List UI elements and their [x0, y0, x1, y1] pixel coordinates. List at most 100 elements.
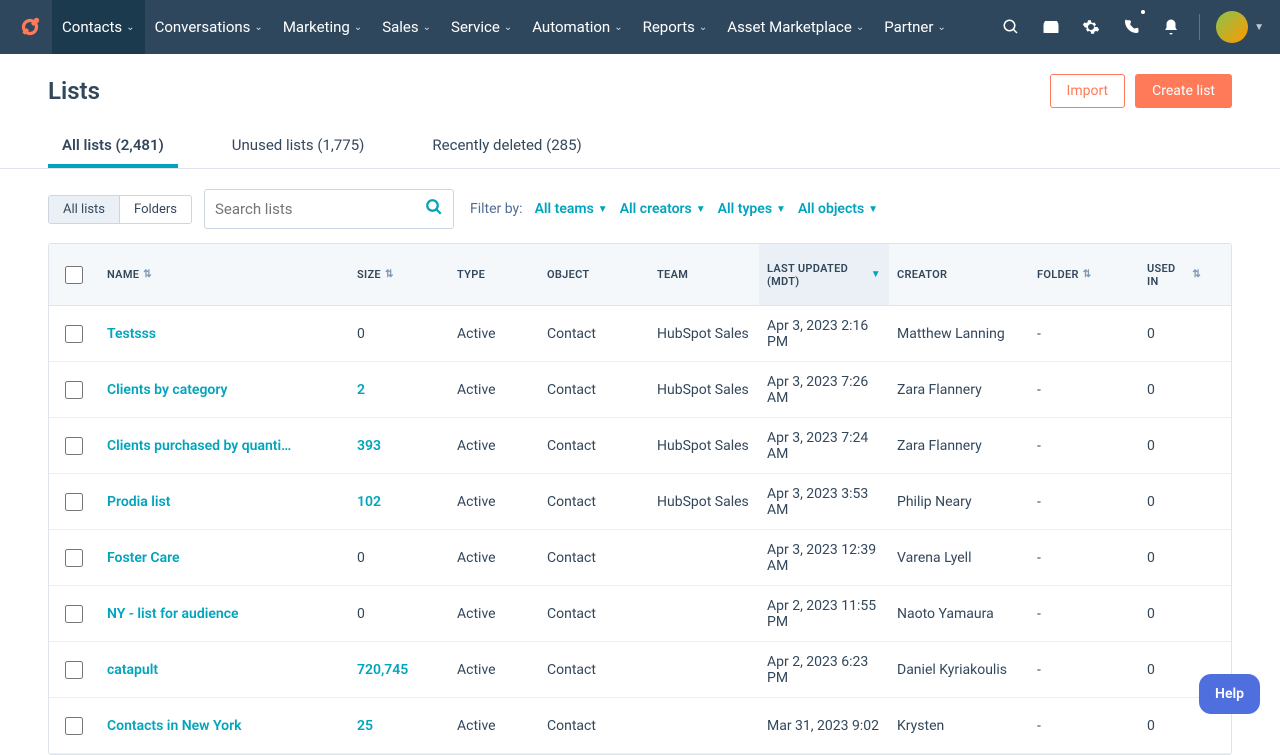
search-submit-icon[interactable]: [425, 198, 443, 220]
filter-types[interactable]: All types▼: [718, 201, 786, 217]
chevron-down-icon: ▼: [776, 204, 786, 215]
list-used-in: 0: [1139, 550, 1209, 566]
list-object: Contact: [539, 438, 649, 454]
nav-reports[interactable]: Reports⌄: [633, 0, 718, 54]
list-size: 0: [349, 326, 449, 342]
nav-label: Automation: [532, 18, 610, 36]
chevron-down-icon: ▼: [696, 204, 706, 215]
sort-icon: ⇅: [385, 269, 394, 280]
nav-marketing[interactable]: Marketing⌄: [273, 0, 372, 54]
list-creator: Philip Neary: [889, 494, 1029, 510]
filter-teams[interactable]: All teams▼: [535, 201, 608, 217]
tab[interactable]: Unused lists (1,775): [218, 124, 379, 168]
chevron-down-icon: ▼: [598, 204, 608, 215]
list-creator: Naoto Yamaura: [889, 606, 1029, 622]
list-size[interactable]: 2: [349, 382, 449, 398]
account-chevron-icon[interactable]: ▼: [1254, 22, 1264, 33]
list-updated: Apr 2, 2023 11:55 PM: [759, 598, 889, 630]
col-creator: CREATOR: [889, 244, 1029, 305]
top-nav: Contacts⌄Conversations⌄Marketing⌄Sales⌄S…: [0, 0, 1280, 54]
list-used-in: 0: [1139, 326, 1209, 342]
list-size: 0: [349, 550, 449, 566]
notifications-bell-icon[interactable]: [1151, 0, 1191, 54]
filter-creators[interactable]: All creators▼: [620, 201, 706, 217]
row-checkbox[interactable]: [65, 549, 83, 567]
list-name-link[interactable]: Contacts in New York: [99, 718, 349, 734]
list-size: 0: [349, 606, 449, 622]
marketplace-icon[interactable]: [1031, 0, 1071, 54]
list-type: Active: [449, 382, 539, 398]
nav-automation[interactable]: Automation⌄: [522, 0, 632, 54]
list-size[interactable]: 25: [349, 718, 449, 734]
list-type: Active: [449, 494, 539, 510]
chevron-down-icon: ⌄: [254, 22, 262, 33]
col-used[interactable]: USED IN⇅: [1139, 244, 1209, 305]
list-name-link[interactable]: Testsss: [99, 326, 349, 342]
filter-objects[interactable]: All objects▼: [798, 201, 878, 217]
search-input[interactable]: [215, 190, 425, 228]
table-row: Testsss 0 Active Contact HubSpot Sales A…: [49, 306, 1231, 362]
list-folder: -: [1029, 718, 1139, 734]
settings-gear-icon[interactable]: [1071, 0, 1111, 54]
list-team: HubSpot Sales: [649, 382, 759, 398]
create-list-button[interactable]: Create list: [1135, 74, 1232, 108]
list-name-link[interactable]: Clients purchased by quanti…: [99, 438, 349, 454]
list-name-link[interactable]: NY - list for audience: [99, 606, 349, 622]
list-name-link[interactable]: Prodia list: [99, 494, 349, 510]
list-size[interactable]: 393: [349, 438, 449, 454]
col-team: TEAM: [649, 244, 759, 305]
list-size[interactable]: 102: [349, 494, 449, 510]
hubspot-logo-icon[interactable]: [16, 13, 44, 41]
help-button[interactable]: Help: [1199, 674, 1260, 714]
search-icon[interactable]: [991, 0, 1031, 54]
list-type: Active: [449, 550, 539, 566]
list-creator: Krysten: [889, 718, 1029, 734]
chevron-down-icon: ⌄: [354, 22, 362, 33]
table-row: NY - list for audience 0 Active Contact …: [49, 586, 1231, 642]
nav-partner[interactable]: Partner⌄: [874, 0, 956, 54]
nav-conversations[interactable]: Conversations⌄: [145, 0, 273, 54]
tab[interactable]: All lists (2,481): [48, 124, 178, 168]
list-object: Contact: [539, 382, 649, 398]
list-type: Active: [449, 438, 539, 454]
list-creator: Matthew Lanning: [889, 326, 1029, 342]
nav-asset-marketplace[interactable]: Asset Marketplace⌄: [717, 0, 874, 54]
nav-label: Conversations: [155, 18, 251, 36]
tab[interactable]: Recently deleted (285): [418, 124, 595, 168]
col-size[interactable]: SIZE⇅: [349, 244, 449, 305]
select-all-checkbox[interactable]: [65, 266, 83, 284]
row-checkbox[interactable]: [65, 493, 83, 511]
view-all-lists[interactable]: All lists: [49, 196, 119, 223]
nav-label: Service: [451, 18, 500, 36]
list-updated: Apr 3, 2023 2:16 PM: [759, 318, 889, 350]
search-container: [204, 189, 454, 229]
nav-contacts[interactable]: Contacts⌄: [52, 0, 145, 54]
list-folder: -: [1029, 382, 1139, 398]
row-checkbox[interactable]: [65, 605, 83, 623]
list-folder: -: [1029, 326, 1139, 342]
phone-icon[interactable]: [1111, 0, 1151, 54]
list-name-link[interactable]: catapult: [99, 662, 349, 678]
col-folder[interactable]: FOLDER⇅: [1029, 244, 1139, 305]
nav-sales[interactable]: Sales⌄: [372, 0, 441, 54]
list-size[interactable]: 720,745: [349, 662, 449, 678]
user-avatar[interactable]: [1216, 11, 1248, 43]
import-button[interactable]: Import: [1050, 74, 1126, 108]
row-checkbox[interactable]: [65, 717, 83, 735]
nav-service[interactable]: Service⌄: [441, 0, 522, 54]
table-row: catapult 720,745 Active Contact Apr 2, 2…: [49, 642, 1231, 698]
row-checkbox[interactable]: [65, 437, 83, 455]
list-name-link[interactable]: Clients by category: [99, 382, 349, 398]
list-folder: -: [1029, 662, 1139, 678]
row-checkbox[interactable]: [65, 325, 83, 343]
col-name[interactable]: NAME⇅: [99, 244, 349, 305]
view-folders[interactable]: Folders: [119, 196, 191, 223]
row-checkbox[interactable]: [65, 381, 83, 399]
list-folder: -: [1029, 550, 1139, 566]
page-title: Lists: [48, 77, 1050, 105]
row-checkbox[interactable]: [65, 661, 83, 679]
col-updated[interactable]: LAST UPDATED (MDT)▼: [759, 244, 889, 305]
table-row: Clients by category 2 Active Contact Hub…: [49, 362, 1231, 418]
list-name-link[interactable]: Foster Care: [99, 550, 349, 566]
filter-by-label: Filter by:: [470, 201, 523, 217]
